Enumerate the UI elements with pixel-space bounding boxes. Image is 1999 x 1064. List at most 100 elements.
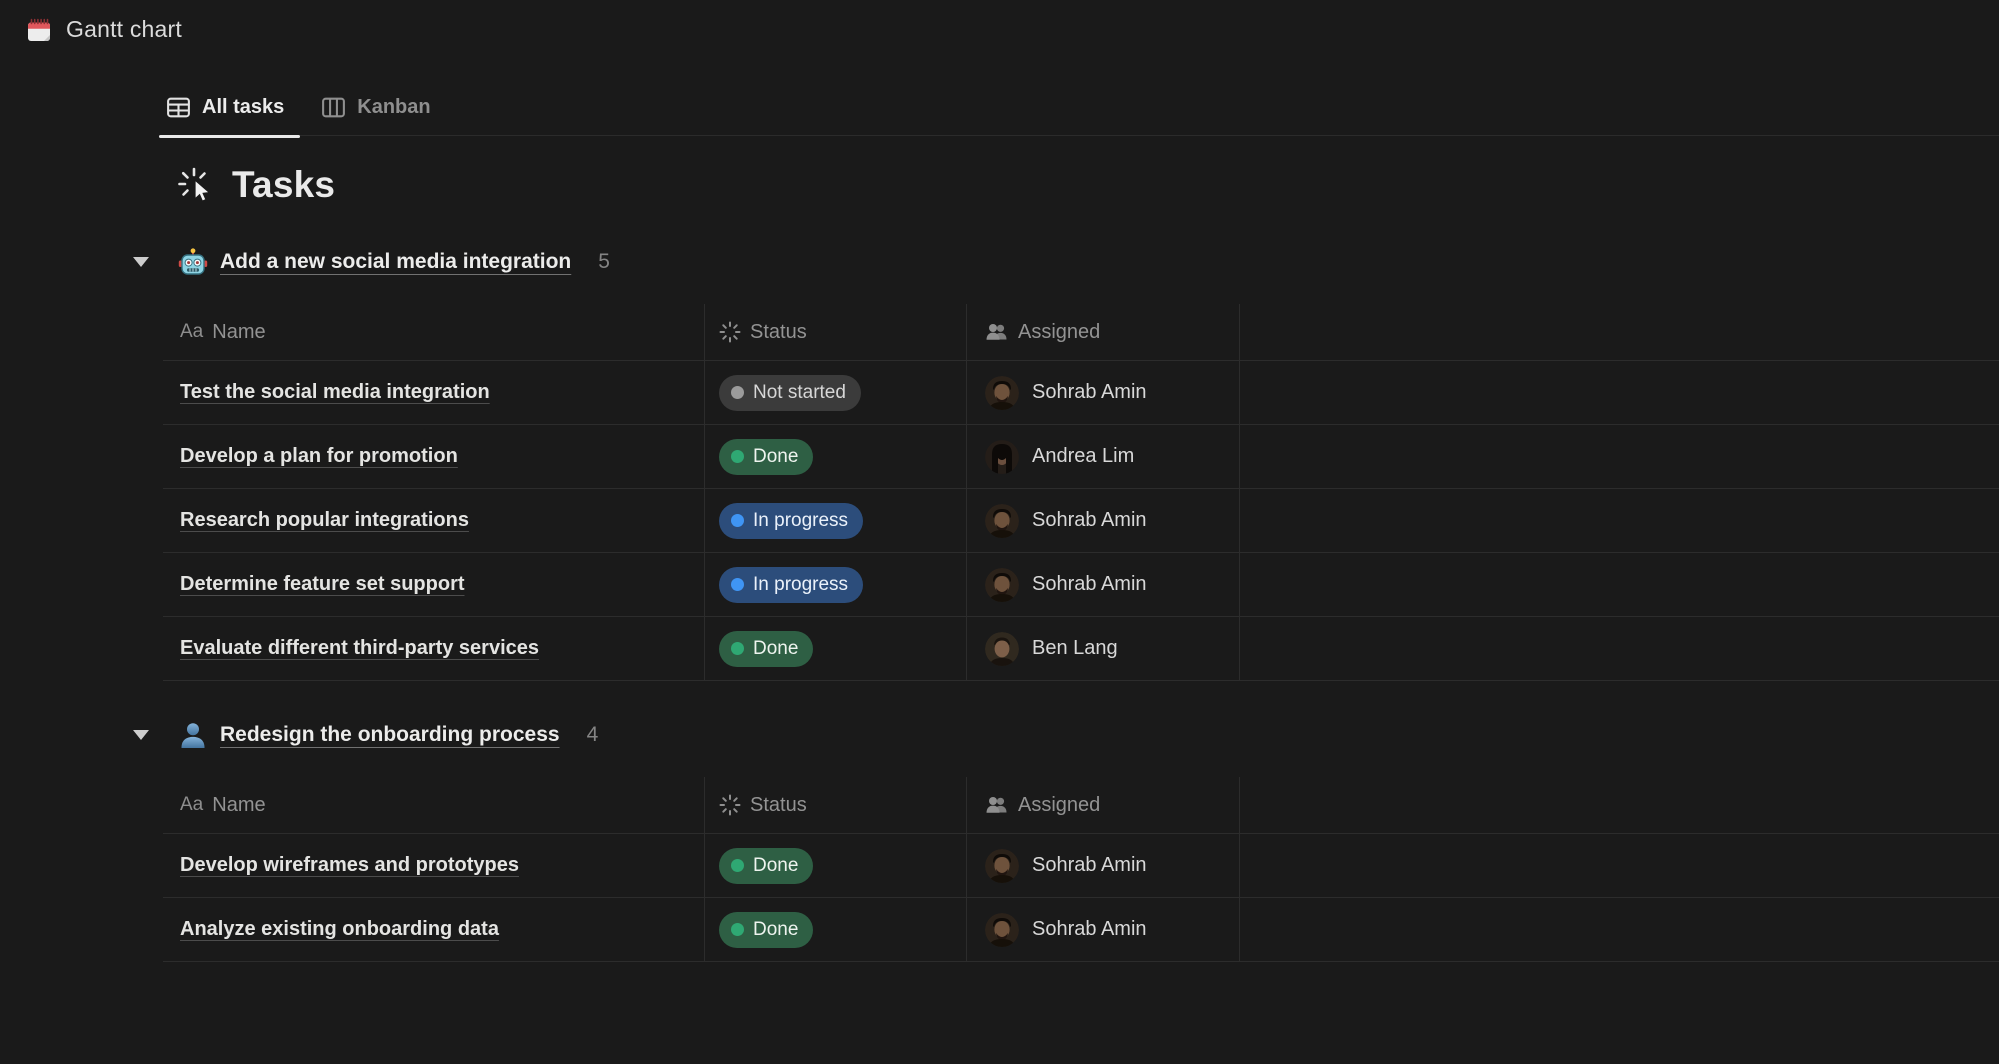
assigned-cell[interactable]: Sohrab Amin: [967, 361, 1240, 424]
table-row: Develop wireframes and prototypes Done: [163, 833, 1999, 897]
column-header-status[interactable]: Status: [705, 304, 967, 360]
name-cell[interactable]: Test the social media integration: [163, 361, 705, 424]
assigned-cell[interactable]: Sohrab Amin: [967, 834, 1240, 897]
table-row: Develop a plan for promotion Done: [163, 424, 1999, 488]
status-badge[interactable]: Done: [719, 439, 813, 475]
assignee-name: Sohrab Amin: [1032, 854, 1147, 877]
status-badge[interactable]: In progress: [719, 503, 863, 539]
status-cell[interactable]: Done: [705, 425, 967, 488]
task-name-link[interactable]: Analyze existing onboarding data: [180, 918, 499, 941]
status-label: Not started: [753, 382, 846, 404]
status-cell[interactable]: In progress: [705, 489, 967, 552]
table-body: Test the social media integration Not st…: [163, 360, 1999, 681]
assignee-name: Sohrab Amin: [1032, 381, 1147, 404]
table-body: Develop wireframes and prototypes Done: [163, 833, 1999, 962]
column-header-assigned[interactable]: Assigned: [967, 304, 1240, 360]
tab-label: All tasks: [202, 96, 284, 119]
task-name-link[interactable]: Evaluate different third-party services: [180, 637, 539, 660]
table-header-row: Aa Name: [163, 304, 1999, 360]
group-count: 5: [598, 250, 610, 274]
group-title-link[interactable]: Redesign the onboarding process: [220, 723, 560, 747]
task-name-link[interactable]: Determine feature set support: [180, 573, 465, 596]
avatar: [985, 913, 1019, 947]
database-heading: Tasks: [178, 162, 1999, 208]
task-name-link[interactable]: Test the social media integration: [180, 381, 490, 404]
table-icon: [165, 94, 192, 121]
status-cell[interactable]: Done: [705, 898, 967, 961]
avatar: [985, 440, 1019, 474]
status-cell[interactable]: Done: [705, 834, 967, 897]
assigned-cell[interactable]: Sohrab Amin: [967, 898, 1240, 961]
assigned-cell[interactable]: Sohrab Amin: [967, 489, 1240, 552]
status-cell[interactable]: Not started: [705, 361, 967, 424]
name-cell[interactable]: Develop a plan for promotion: [163, 425, 705, 488]
task-name-link[interactable]: Develop wireframes and prototypes: [180, 854, 519, 877]
assigned-cell[interactable]: Sohrab Amin: [967, 553, 1240, 616]
assigned-cell[interactable]: Ben Lang: [967, 617, 1240, 680]
name-cell[interactable]: Research popular integrations: [163, 489, 705, 552]
assignee-name: Sohrab Amin: [1032, 509, 1147, 532]
status-badge[interactable]: In progress: [719, 567, 863, 603]
status-dot-icon: [731, 642, 744, 655]
empty-cell: [1240, 361, 1999, 424]
status-label: Done: [753, 919, 798, 941]
empty-cell: [1240, 425, 1999, 488]
status-badge[interactable]: Done: [719, 848, 813, 884]
avatar: [985, 568, 1019, 602]
task-group: Add a new social media integration 5 Aa …: [0, 242, 1999, 681]
assignee-name: Sohrab Amin: [1032, 573, 1147, 596]
status-dot-icon: [731, 514, 744, 527]
name-cell[interactable]: Develop wireframes and prototypes: [163, 834, 705, 897]
status-spinner-icon: [719, 794, 741, 816]
table-row: Test the social media integration Not st…: [163, 360, 1999, 424]
empty-cell: [1240, 834, 1999, 897]
empty-cell: [1240, 489, 1999, 552]
status-label: Done: [753, 446, 798, 468]
status-label: In progress: [753, 574, 848, 596]
group-icon: [178, 247, 208, 277]
assigned-cell[interactable]: Andrea Lim: [967, 425, 1240, 488]
collapse-toggle-icon[interactable]: [133, 257, 149, 267]
status-label: Done: [753, 855, 798, 877]
click-icon: [178, 165, 218, 205]
column-header-assigned[interactable]: Assigned: [967, 777, 1240, 833]
status-badge[interactable]: Done: [719, 912, 813, 948]
group-header: Redesign the onboarding process 4: [133, 715, 1999, 755]
assignee-name: Andrea Lim: [1032, 445, 1134, 468]
status-label: Done: [753, 638, 798, 660]
table-row: Determine feature set support In progres…: [163, 552, 1999, 616]
tab-kanban[interactable]: Kanban: [320, 94, 430, 121]
status-dot-icon: [731, 450, 744, 463]
group-title-link[interactable]: Add a new social media integration: [220, 250, 571, 274]
task-name-link[interactable]: Research popular integrations: [180, 509, 469, 532]
table-header-row: Aa Name: [163, 777, 1999, 833]
name-cell[interactable]: Determine feature set support: [163, 553, 705, 616]
column-header-extra: [1240, 304, 1999, 360]
column-header-extra: [1240, 777, 1999, 833]
status-badge[interactable]: Done: [719, 631, 813, 667]
status-cell[interactable]: In progress: [705, 553, 967, 616]
task-table: Aa Name: [163, 304, 1999, 681]
status-badge[interactable]: Not started: [719, 375, 861, 411]
name-cell[interactable]: Evaluate different third-party services: [163, 617, 705, 680]
column-header-name[interactable]: Aa Name: [163, 777, 705, 833]
assignee-name: Ben Lang: [1032, 637, 1118, 660]
empty-cell: [1240, 898, 1999, 961]
name-cell[interactable]: Analyze existing onboarding data: [163, 898, 705, 961]
assignee-name: Sohrab Amin: [1032, 918, 1147, 941]
tab-label: Kanban: [357, 96, 430, 119]
status-cell[interactable]: Done: [705, 617, 967, 680]
column-header-name[interactable]: Aa Name: [163, 304, 705, 360]
column-header-status[interactable]: Status: [705, 777, 967, 833]
task-name-link[interactable]: Develop a plan for promotion: [180, 445, 458, 468]
collapse-toggle-icon[interactable]: [133, 730, 149, 740]
column-label: Assigned: [1018, 794, 1100, 817]
avatar: [985, 632, 1019, 666]
people-icon: [985, 793, 1009, 817]
status-dot-icon: [731, 859, 744, 872]
status-dot-icon: [731, 578, 744, 591]
topbar: Gantt chart: [0, 0, 1999, 48]
groups-container: Add a new social media integration 5 Aa …: [0, 242, 1999, 962]
tab-all-tasks[interactable]: All tasks: [165, 94, 284, 121]
page-title: Gantt chart: [66, 16, 182, 43]
